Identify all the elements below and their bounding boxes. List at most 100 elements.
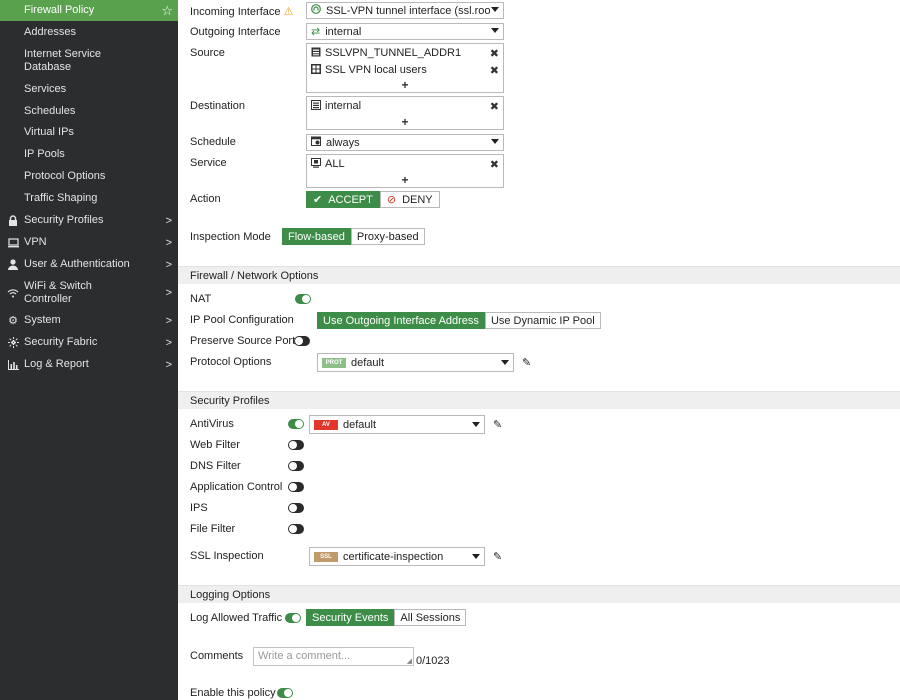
sidebar-item-label: IP Pools bbox=[24, 148, 65, 160]
preserve-source-port-toggle[interactable] bbox=[294, 336, 310, 346]
chevron-down-icon bbox=[491, 139, 499, 144]
logging-options-header: Logging Options bbox=[178, 585, 900, 603]
proxy-based-button[interactable]: Proxy-based bbox=[350, 228, 425, 245]
destination-field[interactable]: internal ✖ + bbox=[306, 96, 504, 130]
comments-placeholder: Write a comment... bbox=[258, 650, 351, 662]
sidebar-item-user-authentication[interactable]: User & Authentication > bbox=[0, 254, 178, 275]
remove-icon[interactable]: ✖ bbox=[490, 158, 499, 171]
dns-filter-toggle[interactable] bbox=[288, 461, 304, 471]
monitor-icon bbox=[7, 237, 19, 249]
service-item: ALL ✖ bbox=[311, 156, 499, 172]
chevron-right-icon: > bbox=[165, 287, 172, 299]
enable-policy-toggle[interactable] bbox=[277, 688, 293, 698]
toggle-knob bbox=[289, 462, 297, 470]
ips-toggle[interactable] bbox=[288, 503, 304, 513]
chevron-right-icon: > bbox=[165, 258, 172, 271]
add-source-button[interactable]: + bbox=[307, 78, 503, 92]
toggle-knob bbox=[292, 614, 300, 622]
incoming-interface-label: Incoming Interface ⚠ bbox=[190, 6, 294, 18]
accept-button[interactable]: ✔ ACCEPT bbox=[306, 191, 380, 208]
chevron-down-icon bbox=[491, 28, 499, 33]
antivirus-toggle[interactable] bbox=[288, 419, 304, 429]
all-sessions-button[interactable]: All Sessions bbox=[394, 609, 467, 626]
security-events-button[interactable]: Security Events bbox=[306, 609, 395, 626]
sidebar-item-internet-service-database[interactable]: Internet Service Database bbox=[0, 44, 178, 78]
action-label: Action bbox=[190, 193, 221, 205]
sidebar-item-services[interactable]: Services bbox=[0, 79, 178, 100]
sidebar-item-security-fabric[interactable]: Security Fabric > bbox=[0, 332, 178, 353]
log-allowed-traffic-label: Log Allowed Traffic bbox=[190, 612, 283, 624]
sidebar-item-addresses[interactable]: Addresses bbox=[0, 22, 178, 43]
toggle-knob bbox=[302, 295, 310, 303]
comments-textarea[interactable]: Write a comment... ◢ bbox=[253, 647, 414, 666]
remove-icon[interactable]: ✖ bbox=[490, 64, 499, 77]
sidebar-item-security-profiles[interactable]: Security Profiles > bbox=[0, 210, 178, 231]
sidebar-item-label: System bbox=[24, 314, 61, 326]
schedule-select[interactable]: always bbox=[306, 134, 504, 151]
sidebar-item-firewall-policy[interactable]: Firewall Policy ☆ bbox=[0, 0, 178, 21]
user-icon bbox=[7, 259, 19, 271]
network-options-header: Firewall / Network Options bbox=[178, 266, 900, 284]
chevron-right-icon: > bbox=[165, 336, 172, 349]
sidebar-item-label: VPN bbox=[24, 236, 47, 248]
web-filter-toggle[interactable] bbox=[288, 440, 304, 450]
edit-pencil-icon[interactable]: ✎ bbox=[493, 550, 502, 563]
antivirus-profile-select[interactable]: AV default bbox=[309, 415, 485, 434]
nat-toggle[interactable] bbox=[295, 294, 311, 304]
ssl-inspection-select[interactable]: SSL certificate-inspection bbox=[309, 547, 485, 566]
service-icon bbox=[311, 157, 321, 171]
sidebar-item-log-report[interactable]: Log & Report > bbox=[0, 354, 178, 375]
prot-tag: PROT bbox=[322, 357, 346, 368]
remove-icon[interactable]: ✖ bbox=[490, 100, 499, 113]
add-service-button[interactable]: + bbox=[307, 173, 503, 187]
toggle-knob bbox=[289, 504, 297, 512]
sidebar-item-system[interactable]: ⚙ System > bbox=[0, 310, 178, 331]
file-filter-toggle[interactable] bbox=[288, 524, 304, 534]
outgoing-interface-select[interactable]: ⇄ internal bbox=[306, 23, 504, 40]
sidebar-item-label: WiFi & Switch Controller bbox=[24, 280, 92, 305]
ssl-tag: SSL bbox=[314, 551, 338, 562]
sidebar-item-label: Virtual IPs bbox=[24, 126, 74, 138]
application-control-toggle[interactable] bbox=[288, 482, 304, 492]
user-group-icon bbox=[311, 63, 321, 77]
edit-pencil-icon[interactable]: ✎ bbox=[522, 356, 531, 369]
sidebar-item-traffic-shaping[interactable]: Traffic Shaping bbox=[0, 188, 178, 209]
remove-icon[interactable]: ✖ bbox=[490, 47, 499, 60]
source-label: Source bbox=[190, 47, 225, 59]
application-control-label: Application Control bbox=[190, 481, 283, 493]
resize-grip-icon[interactable]: ◢ bbox=[407, 657, 412, 665]
service-field[interactable]: ALL ✖ + bbox=[306, 154, 504, 188]
preserve-source-port-label: Preserve Source Port bbox=[190, 335, 296, 347]
deny-button[interactable]: ⊘ DENY bbox=[379, 191, 440, 208]
sidebar-item-label: Log & Report bbox=[24, 358, 89, 370]
edit-pencil-icon[interactable]: ✎ bbox=[493, 418, 502, 431]
sidebar-item-virtual-ips[interactable]: Virtual IPs bbox=[0, 122, 178, 143]
deny-icon: ⊘ bbox=[386, 194, 397, 206]
star-icon[interactable]: ☆ bbox=[161, 3, 173, 19]
sidebar-item-wifi-switch-controller[interactable]: WiFi & Switch Controller > bbox=[0, 276, 178, 310]
sidebar-item-ip-pools[interactable]: IP Pools bbox=[0, 144, 178, 165]
sidebar-item-vpn[interactable]: VPN > bbox=[0, 232, 178, 253]
sidebar-item-protocol-options[interactable]: Protocol Options bbox=[0, 166, 178, 187]
warning-icon: ⚠ bbox=[283, 6, 294, 18]
shuffle-icon: ⇄ bbox=[311, 26, 321, 38]
sidebar-item-schedules[interactable]: Schedules bbox=[0, 101, 178, 122]
source-field[interactable]: SSLVPN_TUNNEL_ADDR1 ✖ SSL VPN local user… bbox=[306, 43, 504, 93]
toggle-knob bbox=[289, 441, 297, 449]
ips-label: IPS bbox=[190, 502, 208, 514]
flow-based-button[interactable]: Flow-based bbox=[282, 228, 351, 245]
incoming-interface-select[interactable]: SSL-VPN tunnel interface (ssl.roo bbox=[306, 2, 504, 19]
use-dynamic-ip-pool-button[interactable]: Use Dynamic IP Pool bbox=[484, 312, 601, 329]
chevron-right-icon: > bbox=[165, 236, 172, 249]
antivirus-profile-value: default bbox=[343, 418, 377, 431]
protocol-options-select[interactable]: PROT default bbox=[317, 353, 514, 372]
address-icon bbox=[311, 99, 321, 113]
log-allowed-traffic-toggle[interactable] bbox=[285, 613, 301, 623]
source-item: SSL VPN local users ✖ bbox=[311, 62, 499, 78]
add-destination-button[interactable]: + bbox=[307, 115, 503, 129]
dns-filter-label: DNS Filter bbox=[190, 460, 241, 472]
action-toggle-group: ✔ ACCEPT ⊘ DENY bbox=[306, 191, 440, 208]
sidebar-item-label: Internet Service Database bbox=[24, 48, 102, 73]
address-icon bbox=[311, 47, 321, 60]
use-outgoing-interface-button[interactable]: Use Outgoing Interface Address bbox=[317, 312, 485, 329]
